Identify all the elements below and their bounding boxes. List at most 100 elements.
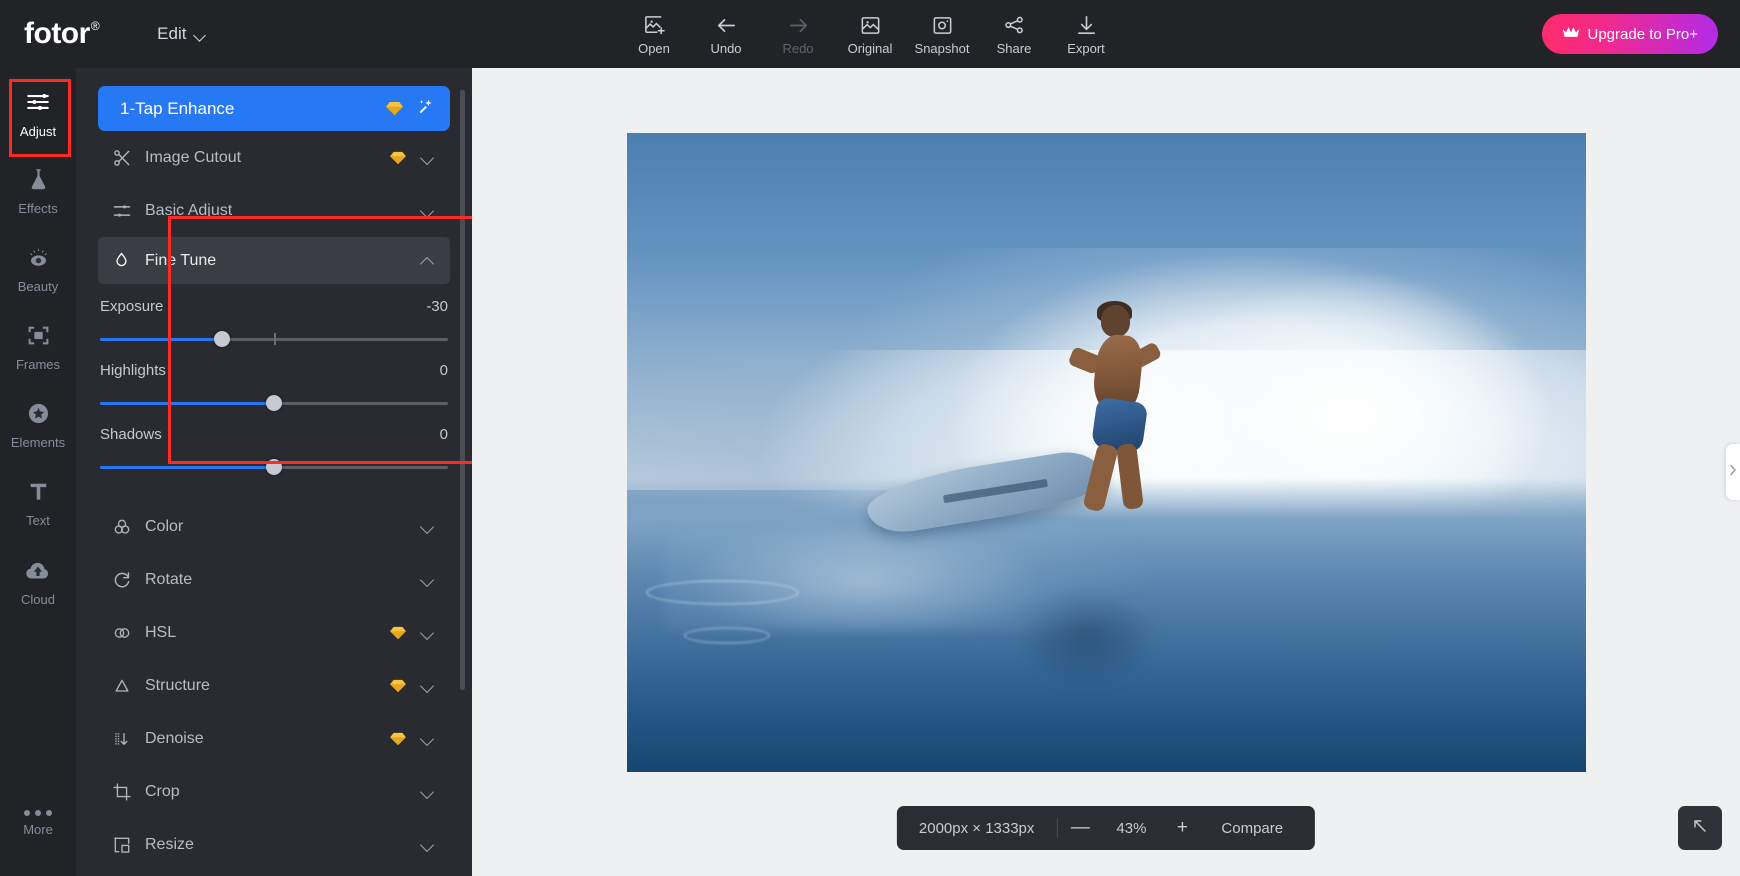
chevron-up-icon[interactable] — [420, 255, 434, 267]
chevron-down-icon[interactable] — [420, 627, 434, 639]
gem-icon — [390, 151, 406, 165]
star-icon — [26, 401, 51, 429]
sidebar-item-cloud[interactable]: Cloud — [0, 542, 76, 620]
chevron-down-icon[interactable] — [420, 152, 434, 164]
panel-row-fine-tune[interactable]: Fine Tune — [98, 237, 450, 284]
surfer-leg-left — [1082, 442, 1120, 514]
panel-row-resize[interactable]: Resize — [98, 818, 450, 871]
fine-tune-controls: Exposure -30 Highlights 0 Shadows 0 — [98, 284, 450, 500]
zoom-out-button[interactable]: — — [1057, 806, 1103, 850]
hsl-icon — [112, 623, 138, 643]
undo-button[interactable]: Undo — [690, 0, 762, 68]
slider-track-fill — [100, 402, 271, 405]
share-button[interactable]: Share — [978, 0, 1050, 68]
slider-highlights-thumb[interactable] — [266, 395, 282, 411]
open-button[interactable]: Open — [618, 0, 690, 68]
sidebar-item-adjust[interactable]: Adjust — [0, 74, 76, 152]
slider-exposure: Exposure -30 — [98, 298, 450, 347]
snapshot-label: Snapshot — [914, 40, 970, 56]
panel-row-label: Structure — [145, 676, 210, 694]
panel-row-image-cutout[interactable]: Image Cutout — [98, 131, 450, 184]
triangle-icon — [112, 676, 138, 696]
flask-icon — [26, 167, 51, 195]
canvas-status-bar: 2000px × 1333px — 43% + Compare — [896, 806, 1316, 850]
gem-icon — [390, 732, 406, 746]
text-t-icon — [26, 479, 51, 507]
surfer-head — [1100, 305, 1130, 337]
image-icon — [859, 14, 882, 37]
sidebar-item-effects[interactable]: Effects — [0, 152, 76, 230]
sidebar-item-beauty[interactable]: Beauty — [0, 230, 76, 308]
redo-button[interactable]: Redo — [762, 0, 834, 68]
slider-exposure-track[interactable] — [100, 331, 448, 347]
editor-body: Adjust Effects Beauty Frames Elements Te… — [0, 68, 1740, 876]
compare-button[interactable]: Compare — [1205, 820, 1293, 837]
rotate-icon — [112, 570, 138, 590]
magic-wand-icon[interactable] — [417, 98, 434, 120]
undo-label: Undo — [710, 40, 742, 56]
panel-row-denoise[interactable]: Denoise — [98, 712, 450, 765]
slider-highlights-track[interactable] — [100, 395, 448, 411]
crop-icon — [112, 782, 138, 802]
sidebar-item-elements[interactable]: Elements — [0, 386, 76, 464]
chevron-down-icon[interactable] — [420, 521, 434, 533]
panel-row-basic-adjust[interactable]: Basic Adjust — [98, 184, 450, 237]
right-panel-handle[interactable] — [1726, 444, 1740, 500]
open-label: Open — [638, 40, 670, 56]
sidebar-item-more-label: More — [23, 822, 53, 837]
photo-preview[interactable] — [626, 132, 1586, 772]
gem-icon — [390, 679, 406, 693]
slider-exposure-thumb[interactable] — [213, 331, 230, 347]
edit-menu[interactable]: Edit — [157, 24, 206, 44]
surfer-leg-right — [1116, 443, 1144, 511]
redo-label: Redo — [782, 40, 814, 56]
arrow-up-left-icon — [1690, 816, 1710, 841]
sidebar-item-text[interactable]: Text — [0, 464, 76, 542]
export-button[interactable]: Export — [1050, 0, 1122, 68]
chevron-right-icon — [1729, 463, 1737, 481]
slider-shadows-track[interactable] — [100, 459, 448, 475]
chevron-down-icon[interactable] — [420, 680, 434, 692]
panel-row-label: Rotate — [145, 570, 193, 588]
chevron-down-icon[interactable] — [420, 574, 434, 586]
panel-row-color[interactable]: Color — [98, 500, 450, 553]
registered-mark: ® — [90, 19, 100, 33]
arrow-right-icon — [787, 14, 810, 37]
panel-row-hsl[interactable]: HSL — [98, 606, 450, 659]
canvas-area: 2000px × 1333px — 43% + Compare — [472, 68, 1740, 876]
sidebar-item-adjust-label: Adjust — [19, 123, 57, 139]
slider-shadows-value: 0 — [439, 426, 448, 443]
panel-row-structure[interactable]: Structure — [98, 659, 450, 712]
chevron-down-icon[interactable] — [420, 205, 434, 217]
chevron-down-icon[interactable] — [420, 733, 434, 745]
panel-row-label: Denoise — [145, 729, 204, 747]
sliders-icon — [25, 89, 51, 118]
panel-scrollbar[interactable] — [460, 90, 465, 690]
fit-to-screen-button[interactable] — [1678, 806, 1722, 850]
sidebar-item-frames[interactable]: Frames — [0, 308, 76, 386]
sidebar-item-more[interactable]: More — [0, 784, 76, 862]
image-add-icon — [643, 14, 666, 37]
image-dimensions: 2000px × 1333px — [918, 819, 1035, 837]
panel-row-label: Crop — [145, 782, 180, 800]
original-label: Original — [847, 40, 893, 56]
panel-row-crop[interactable]: Crop — [98, 765, 450, 818]
chevron-down-icon[interactable] — [420, 839, 434, 851]
slider-exposure-label: Exposure — [100, 298, 164, 315]
brand-text: fotor — [24, 17, 90, 50]
panel-row-rotate[interactable]: Rotate — [98, 553, 450, 606]
toolbar-actions: Open Undo Redo Original Snapshot Share E… — [618, 0, 1122, 68]
share-label: Share — [996, 40, 1032, 56]
one-tap-enhance-button[interactable]: 1-Tap Enhance — [98, 86, 450, 131]
chevron-down-icon[interactable] — [420, 786, 434, 798]
adjust-panel: 1-Tap Enhance Image Cutout Basic Adjust … — [76, 68, 472, 876]
snapshot-button[interactable]: Snapshot — [906, 0, 978, 68]
upgrade-to-pro-button[interactable]: Upgrade to Pro+ — [1541, 14, 1718, 54]
original-button[interactable]: Original — [834, 0, 906, 68]
panel-row-label: Image Cutout — [145, 148, 242, 166]
slider-shadows: Shadows 0 — [98, 426, 450, 475]
fotor-logo[interactable]: fotor ® — [24, 17, 100, 50]
slider-shadows-thumb[interactable] — [266, 459, 282, 475]
download-icon — [1075, 14, 1098, 37]
zoom-in-button[interactable]: + — [1159, 806, 1205, 850]
